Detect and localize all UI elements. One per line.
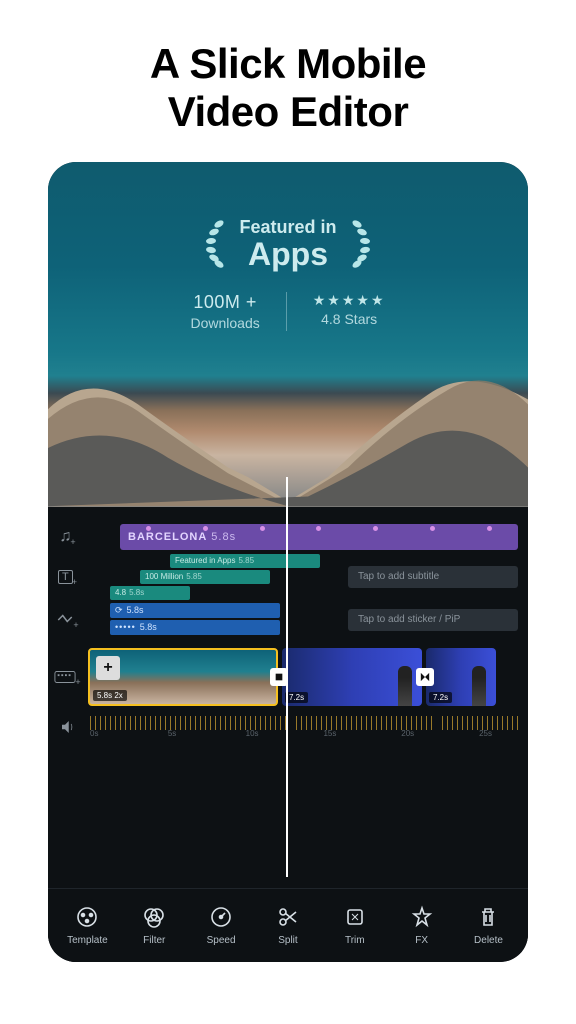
ruler-tick-label xyxy=(285,729,324,738)
video-clip[interactable]: + 5.8s 2x xyxy=(88,648,278,706)
ruler-tick-label: 5s xyxy=(168,729,207,738)
ruler-tick-label xyxy=(362,729,401,738)
rating-label: 4.8 Stars xyxy=(313,311,386,327)
phone-mockup: Featured in Apps 100M + Downloads xyxy=(48,162,528,962)
tool-label: Trim xyxy=(345,935,365,946)
music-track-row: ♫+ BARCELONA 5.8s xyxy=(48,521,528,553)
ruler-row: 0s 5s 10s 15s 20s 25s xyxy=(48,713,528,741)
trim-icon xyxy=(342,904,368,930)
video-clip[interactable]: 7.2s xyxy=(426,648,496,706)
filter-icon xyxy=(141,904,167,930)
featured-line2: Apps xyxy=(239,238,336,270)
ruler-tick-label xyxy=(207,729,246,738)
add-subtitle-slot[interactable]: Tap to add subtitle xyxy=(348,566,518,588)
fx-icon xyxy=(409,904,435,930)
playhead[interactable] xyxy=(286,477,288,877)
text-track-row: T+ Featured in Apps5.85 100 Million5.85 … xyxy=(48,553,528,601)
text-icon[interactable]: T+ xyxy=(54,565,82,589)
tool-label: Delete xyxy=(474,935,503,946)
effect-clip[interactable]: •••••5.8s xyxy=(110,620,280,635)
video-preview[interactable]: Featured in Apps 100M + Downloads xyxy=(48,162,528,507)
tool-label: Filter xyxy=(143,935,165,946)
preview-image xyxy=(48,351,528,506)
downloads-label: Downloads xyxy=(190,315,259,331)
pip-track-row: + ⟳5.8s •••••5.8s Tap to add sticker / P… xyxy=(48,601,528,639)
add-clip-button[interactable]: + xyxy=(96,656,120,680)
downloads-value: 100M + xyxy=(190,292,259,313)
video-clips-row: + + 5.8s 2x 7.2s 7.2s xyxy=(48,645,528,709)
delete-icon xyxy=(475,904,501,930)
stats-row: 100M + Downloads ★★★★★ 4.8 Stars xyxy=(164,292,411,331)
laurel-right-icon xyxy=(347,218,379,268)
split-icon xyxy=(275,904,301,930)
keyboard-icon[interactable]: + xyxy=(54,648,82,706)
template-icon xyxy=(74,904,100,930)
effect-clip[interactable]: ⟳5.8s xyxy=(110,603,280,618)
timeline-editor: ♫+ BARCELONA 5.8s T+ Featured in Apps5.8… xyxy=(48,507,528,962)
ruler-tick-label: 20s xyxy=(401,729,440,738)
featured-line1: Featured in xyxy=(239,217,336,238)
music-icon[interactable]: ♫+ xyxy=(54,525,82,549)
tool-label: Split xyxy=(278,935,297,946)
ruler-tick-label: 15s xyxy=(323,729,362,738)
video-clip[interactable]: 7.2s xyxy=(282,648,422,706)
delete-button[interactable]: Delete xyxy=(459,904,517,946)
speed-icon xyxy=(208,904,234,930)
ruler-tick-label xyxy=(129,729,168,738)
time-ruler[interactable]: 0s 5s 10s 15s 20s 25s xyxy=(90,716,518,738)
music-clip[interactable]: BARCELONA 5.8s xyxy=(120,524,518,550)
volume-icon[interactable] xyxy=(54,715,82,739)
tool-label: Speed xyxy=(207,935,236,946)
transition-button[interactable] xyxy=(416,668,434,686)
text-clip[interactable]: 100 Million5.85 xyxy=(140,570,270,584)
pip-icon[interactable]: + xyxy=(54,608,82,632)
tool-label: FX xyxy=(415,935,428,946)
trim-button[interactable]: Trim xyxy=(326,904,384,946)
ruler-tick-label: 10s xyxy=(246,729,285,738)
laurel-left-icon xyxy=(197,218,229,268)
ruler-tick-label: 25s xyxy=(479,729,518,738)
page-title: A Slick MobileVideo Editor xyxy=(0,0,576,162)
text-clip[interactable]: Featured in Apps5.85 xyxy=(170,554,320,568)
rating-stars: ★★★★★ xyxy=(313,292,386,309)
text-clip[interactable]: 4.85.8s xyxy=(110,586,190,600)
featured-badge: Featured in Apps xyxy=(197,217,378,270)
bottom-toolbar: Template Filter Speed Split Trim FX Delete xyxy=(48,888,528,962)
template-button[interactable]: Template xyxy=(58,904,116,946)
speed-button[interactable]: Speed xyxy=(192,904,250,946)
ruler-tick-label xyxy=(440,729,479,738)
filter-button[interactable]: Filter xyxy=(125,904,183,946)
split-button[interactable]: Split xyxy=(259,904,317,946)
fx-button[interactable]: FX xyxy=(393,904,451,946)
add-sticker-slot[interactable]: Tap to add sticker / PiP xyxy=(348,609,518,631)
ruler-tick-label: 0s xyxy=(90,729,129,738)
tool-label: Template xyxy=(67,935,108,946)
